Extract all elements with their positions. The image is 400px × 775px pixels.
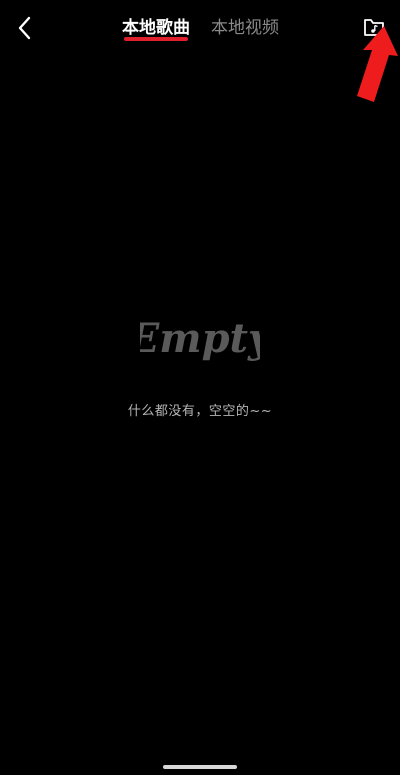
- empty-message: 什么都没有，空空的~~: [127, 404, 273, 419]
- tab-local-videos[interactable]: 本地视频: [211, 14, 279, 44]
- active-tab-indicator: [124, 37, 188, 41]
- home-indicator: [163, 765, 237, 769]
- empty-state: Empty 什么都没有，空空的~~: [0, 308, 400, 428]
- red-arrow-icon: [357, 26, 398, 102]
- empty-logo: Empty: [140, 315, 260, 362]
- empty-logo-text: Empty: [140, 315, 260, 362]
